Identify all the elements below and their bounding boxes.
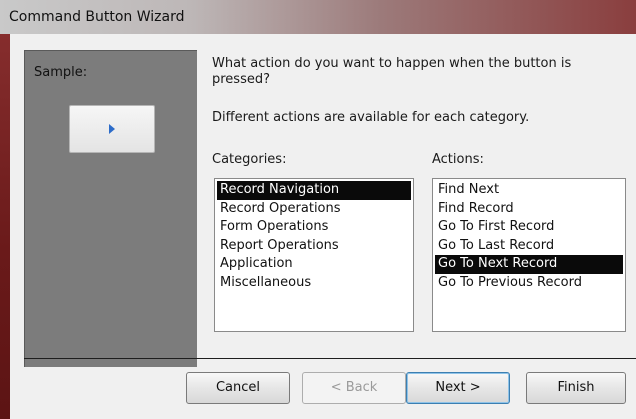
- sample-panel: Sample:: [24, 50, 197, 367]
- list-item[interactable]: Find Record: [435, 200, 623, 219]
- title-bar[interactable]: Command Button Wizard: [0, 0, 636, 34]
- right-arrow-icon: [109, 124, 115, 134]
- list-item[interactable]: Form Operations: [217, 218, 411, 237]
- categories-label: Categories:: [212, 152, 287, 167]
- finish-button[interactable]: Finish: [526, 372, 626, 404]
- list-item[interactable]: Application: [217, 255, 411, 274]
- list-item[interactable]: Record Operations: [217, 200, 411, 219]
- actions-label: Actions:: [432, 152, 484, 167]
- categories-listbox[interactable]: Record Navigation Record Operations Form O…: [214, 178, 414, 332]
- list-item[interactable]: Go To Next Record: [435, 255, 623, 274]
- list-item[interactable]: Record Navigation: [217, 181, 411, 200]
- wizard-window: Command Button Wizard Sample: What actio…: [0, 0, 636, 419]
- cancel-button[interactable]: Cancel: [186, 372, 290, 404]
- question-text: What action do you want to happen when t…: [212, 56, 572, 87]
- list-item[interactable]: Go To First Record: [435, 218, 623, 237]
- sample-button-preview: [69, 105, 155, 153]
- actions-listbox[interactable]: Find Next Find Record Go To First Record Go…: [432, 178, 626, 332]
- list-item[interactable]: Report Operations: [217, 237, 411, 256]
- hint-text: Different actions are available for each…: [212, 110, 530, 125]
- dialog-body: Sample: What action do you want to happe…: [10, 34, 636, 419]
- list-item[interactable]: Go To Last Record: [435, 237, 623, 256]
- window-title: Command Button Wizard: [9, 9, 185, 25]
- list-item[interactable]: Find Next: [435, 181, 623, 200]
- sample-label: Sample:: [34, 65, 88, 80]
- list-item[interactable]: Miscellaneous: [217, 274, 411, 293]
- back-button[interactable]: < Back: [302, 372, 406, 404]
- next-button[interactable]: Next >: [406, 372, 510, 404]
- list-item[interactable]: Go To Previous Record: [435, 274, 623, 293]
- divider: [24, 358, 636, 359]
